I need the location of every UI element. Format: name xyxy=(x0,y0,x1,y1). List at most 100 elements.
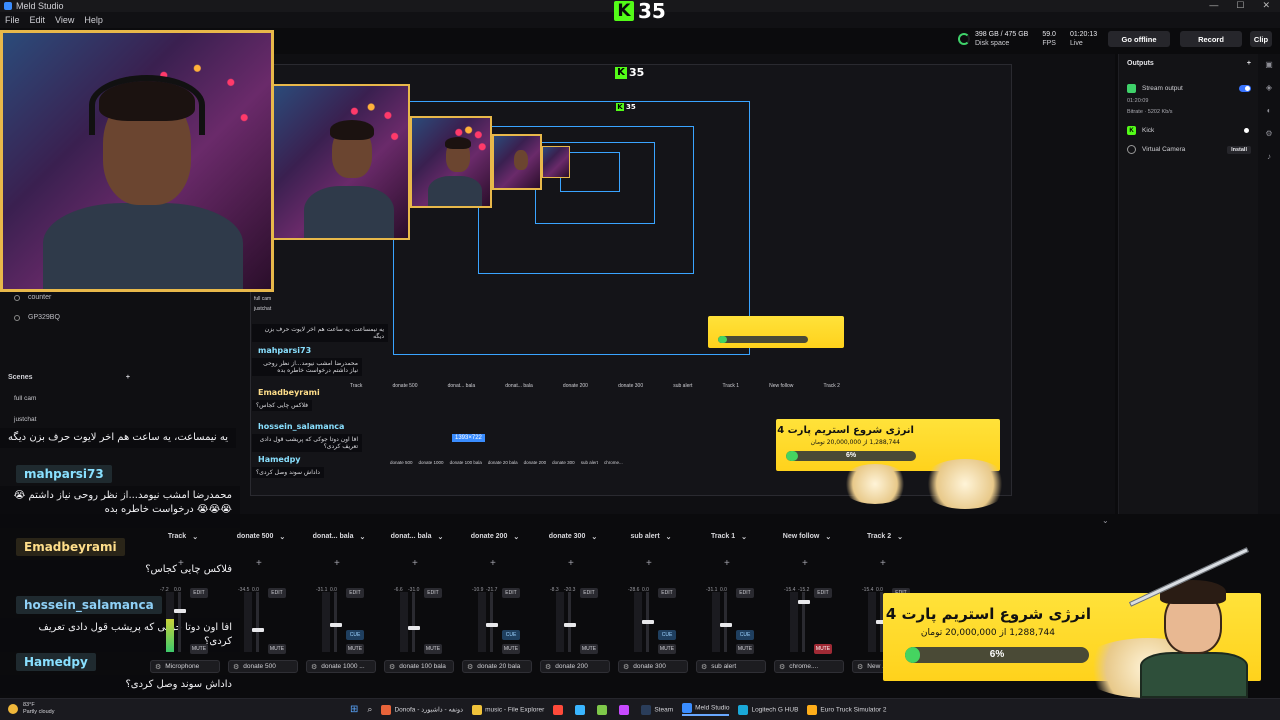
chevron-down-icon[interactable]: ⌄ xyxy=(741,533,747,541)
channel-title[interactable]: Track 1 ⌄ xyxy=(694,533,764,541)
add-filter-button[interactable]: + xyxy=(490,558,496,569)
channel-source-select[interactable]: ⚙ donate 100 bala xyxy=(384,660,454,673)
edit-button[interactable]: EDIT xyxy=(502,588,520,598)
chevron-down-icon[interactable]: ⌄ xyxy=(825,533,831,541)
add-filter-button[interactable]: + xyxy=(880,558,886,569)
chevron-down-icon[interactable]: ⌄ xyxy=(279,533,285,541)
kick-output-row[interactable]: K Kick xyxy=(1127,126,1251,135)
edit-button[interactable]: EDIT xyxy=(346,588,364,598)
fader-handle[interactable] xyxy=(720,623,732,627)
mute-button[interactable]: MUTE xyxy=(736,644,754,654)
channel-title[interactable]: New follow ⌄ xyxy=(772,533,842,541)
fader-handle[interactable] xyxy=(408,626,420,630)
edit-button[interactable]: EDIT xyxy=(268,588,286,598)
fader-handle[interactable] xyxy=(174,609,186,613)
channel-source-select[interactable]: ⚙ donate 1000 ... xyxy=(306,660,376,673)
channel-source-select[interactable]: ⚙ donate 20 bala xyxy=(462,660,532,673)
fader-track[interactable] xyxy=(412,592,415,652)
go-offline-button[interactable]: Go offline xyxy=(1108,31,1170,47)
fader-track[interactable] xyxy=(178,592,181,652)
channel-source-select[interactable]: ⚙ Microphone xyxy=(150,660,220,673)
taskbar-app[interactable]: Steam xyxy=(641,704,673,715)
chevron-down-icon[interactable]: ⌄ xyxy=(513,533,519,541)
add-filter-button[interactable]: + xyxy=(178,558,184,569)
menu-help[interactable]: Help xyxy=(84,15,103,25)
source-item-monitor[interactable]: GP329BQ xyxy=(14,314,60,321)
channel-source-select[interactable]: ⚙ donate 500 xyxy=(228,660,298,673)
virtual-camera-row[interactable]: Virtual Camera Install xyxy=(1127,145,1251,154)
edit-button[interactable]: EDIT xyxy=(814,588,832,598)
collapse-mixer-icon[interactable]: ⌄ xyxy=(1102,516,1109,525)
fader-track[interactable] xyxy=(724,592,727,652)
add-filter-button[interactable]: + xyxy=(802,558,808,569)
mute-button[interactable]: MUTE xyxy=(502,644,520,654)
add-output-button[interactable]: + xyxy=(1247,60,1251,67)
fader-handle[interactable] xyxy=(642,620,654,624)
mute-button[interactable]: MUTE xyxy=(580,644,598,654)
fader-track[interactable] xyxy=(256,592,259,652)
taskbar-app[interactable]: Donofa - دونفه - داشبورد xyxy=(381,704,463,715)
channel-title[interactable]: donate 300 ⌄ xyxy=(538,533,608,541)
add-filter-button[interactable]: + xyxy=(334,558,340,569)
channel-title[interactable]: donat... bala ⌄ xyxy=(304,533,374,541)
taskbar-app[interactable] xyxy=(597,704,610,715)
start-icon[interactable]: ⊞ xyxy=(350,704,358,715)
fader-handle[interactable] xyxy=(330,623,342,627)
channel-title[interactable]: Track 2 ⌄ xyxy=(850,533,920,541)
add-filter-button[interactable]: + xyxy=(646,558,652,569)
install-virtual-camera-button[interactable]: Install xyxy=(1227,145,1251,154)
add-filter-button[interactable]: + xyxy=(724,558,730,569)
fader-track[interactable] xyxy=(490,592,493,652)
fader-track[interactable] xyxy=(334,592,337,652)
taskbar-app[interactable] xyxy=(553,704,566,715)
audio-tool-icon[interactable]: ♪ xyxy=(1267,152,1271,161)
mute-button[interactable]: MUTE xyxy=(814,644,832,654)
mute-button[interactable]: MUTE xyxy=(268,644,286,654)
search-icon[interactable]: ⌕ xyxy=(367,704,372,715)
scene-item-full-cam[interactable]: full cam xyxy=(14,395,36,402)
stream-output-row[interactable]: Stream output xyxy=(1127,84,1251,93)
chevron-down-icon[interactable]: ⌄ xyxy=(666,533,672,541)
chevron-down-icon[interactable]: ⌄ xyxy=(591,533,597,541)
taskbar-app[interactable]: Euro Truck Simulator 2 xyxy=(807,704,887,715)
taskbar-app[interactable]: music - File Explorer xyxy=(472,704,544,715)
taskbar-app[interactable] xyxy=(575,704,588,715)
edit-button[interactable]: EDIT xyxy=(424,588,442,598)
mute-button[interactable]: MUTE xyxy=(658,644,676,654)
close-button[interactable]: ✕ xyxy=(1262,0,1270,11)
edit-button[interactable]: EDIT xyxy=(190,588,208,598)
fader-track[interactable] xyxy=(568,592,571,652)
channel-title[interactable]: Track ⌄ xyxy=(148,533,218,541)
edit-button[interactable]: EDIT xyxy=(580,588,598,598)
stream-output-toggle[interactable] xyxy=(1239,85,1251,92)
cue-button[interactable]: CUE xyxy=(346,630,364,640)
channel-title[interactable]: donate 200 ⌄ xyxy=(460,533,530,541)
source-item-counter[interactable]: counter xyxy=(14,294,51,301)
record-button[interactable]: Record xyxy=(1180,31,1242,47)
chevron-down-icon[interactable]: ⌄ xyxy=(192,533,198,541)
outputs-tool-icon[interactable]: ▣ xyxy=(1265,60,1273,69)
add-scene-button[interactable]: + xyxy=(126,374,130,381)
mute-button[interactable]: MUTE xyxy=(190,644,208,654)
add-filter-button[interactable]: + xyxy=(412,558,418,569)
chevron-down-icon[interactable]: ⌄ xyxy=(359,533,365,541)
clip-button[interactable]: Clip xyxy=(1250,31,1272,47)
fader-handle[interactable] xyxy=(486,623,498,627)
menu-view[interactable]: View xyxy=(55,15,74,25)
channel-title[interactable]: sub alert ⌄ xyxy=(616,533,686,541)
add-filter-button[interactable]: + xyxy=(568,558,574,569)
cue-button[interactable]: CUE xyxy=(736,630,754,640)
minimize-button[interactable]: — xyxy=(1209,0,1218,11)
taskbar-app[interactable]: Meld Studio xyxy=(682,703,730,716)
layers-tool-icon[interactable]: ◈ xyxy=(1266,83,1272,92)
menu-file[interactable]: File xyxy=(5,15,20,25)
cue-button[interactable]: CUE xyxy=(502,630,520,640)
cue-button[interactable]: CUE xyxy=(658,630,676,640)
chevron-down-icon[interactable]: ⌄ xyxy=(437,533,443,541)
scene-item-justchat[interactable]: justchat xyxy=(14,416,36,423)
webcam-source[interactable] xyxy=(0,30,274,292)
channel-source-select[interactable]: ⚙ sub alert xyxy=(696,660,766,673)
channel-title[interactable]: donat... bala ⌄ xyxy=(382,533,452,541)
add-filter-button[interactable]: + xyxy=(256,558,262,569)
maximize-button[interactable]: ☐ xyxy=(1236,0,1244,11)
